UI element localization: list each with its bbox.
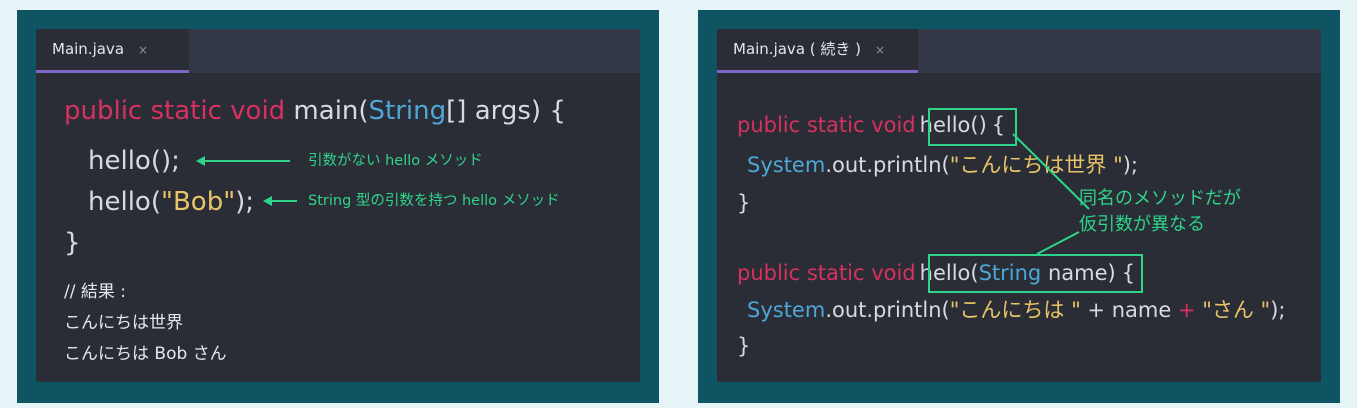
arrow-line <box>204 160 290 162</box>
right-slide-panel: Main.java ( 続き ) × public static void hell… <box>698 10 1340 403</box>
arrow-line <box>271 200 297 202</box>
hello-call-no-args: hello(); <box>88 146 180 176</box>
callout-line-to-hello <box>1012 133 1090 210</box>
method-name-main: main( <box>285 96 369 126</box>
string-bob: "Bob" <box>160 187 236 217</box>
keyword-public-static-void: public static void <box>64 96 286 126</box>
result-comment: // 結果 : <box>64 282 126 302</box>
hello-call-pre: hello( <box>88 187 161 217</box>
callout-text-line-2: 仮引数が異なる <box>1079 214 1205 235</box>
result-output-2: こんにちは Bob さん <box>64 344 227 364</box>
closing-brace: } <box>64 228 81 258</box>
annotation-no-arg-hello: 引数がない hello メソッド <box>308 153 483 169</box>
tab-label: Main.java <box>52 40 125 58</box>
hello-call-post: ); <box>235 187 255 217</box>
right-code-editor: Main.java ( 続き ) × public static void hell… <box>717 29 1321 382</box>
result-output-1: こんにちは世界 <box>64 313 183 333</box>
args-rest: [] args) { <box>446 96 566 126</box>
close-icon[interactable]: × <box>138 43 148 57</box>
code-line-hello-call: hello(); <box>88 143 180 179</box>
tab-main-java[interactable]: Main.java × <box>36 29 189 73</box>
callout-line-to-hello-string <box>1036 231 1080 255</box>
code-line-hello-bob: hello("Bob"); <box>88 184 254 220</box>
left-slide-panel: Main.java × public static void main(Strin… <box>17 10 659 403</box>
callout-text-line-1: 同名のメソッドだが <box>1079 188 1241 209</box>
annotation-string-arg-hello: String 型の引数を持つ hello メソッド <box>308 193 560 209</box>
type-string: String <box>368 96 447 126</box>
left-tab-bar: Main.java × <box>36 29 640 73</box>
code-line-main-signature: public static void main(String[] args) { <box>64 93 566 129</box>
left-code-editor: Main.java × public static void main(Strin… <box>36 29 640 382</box>
